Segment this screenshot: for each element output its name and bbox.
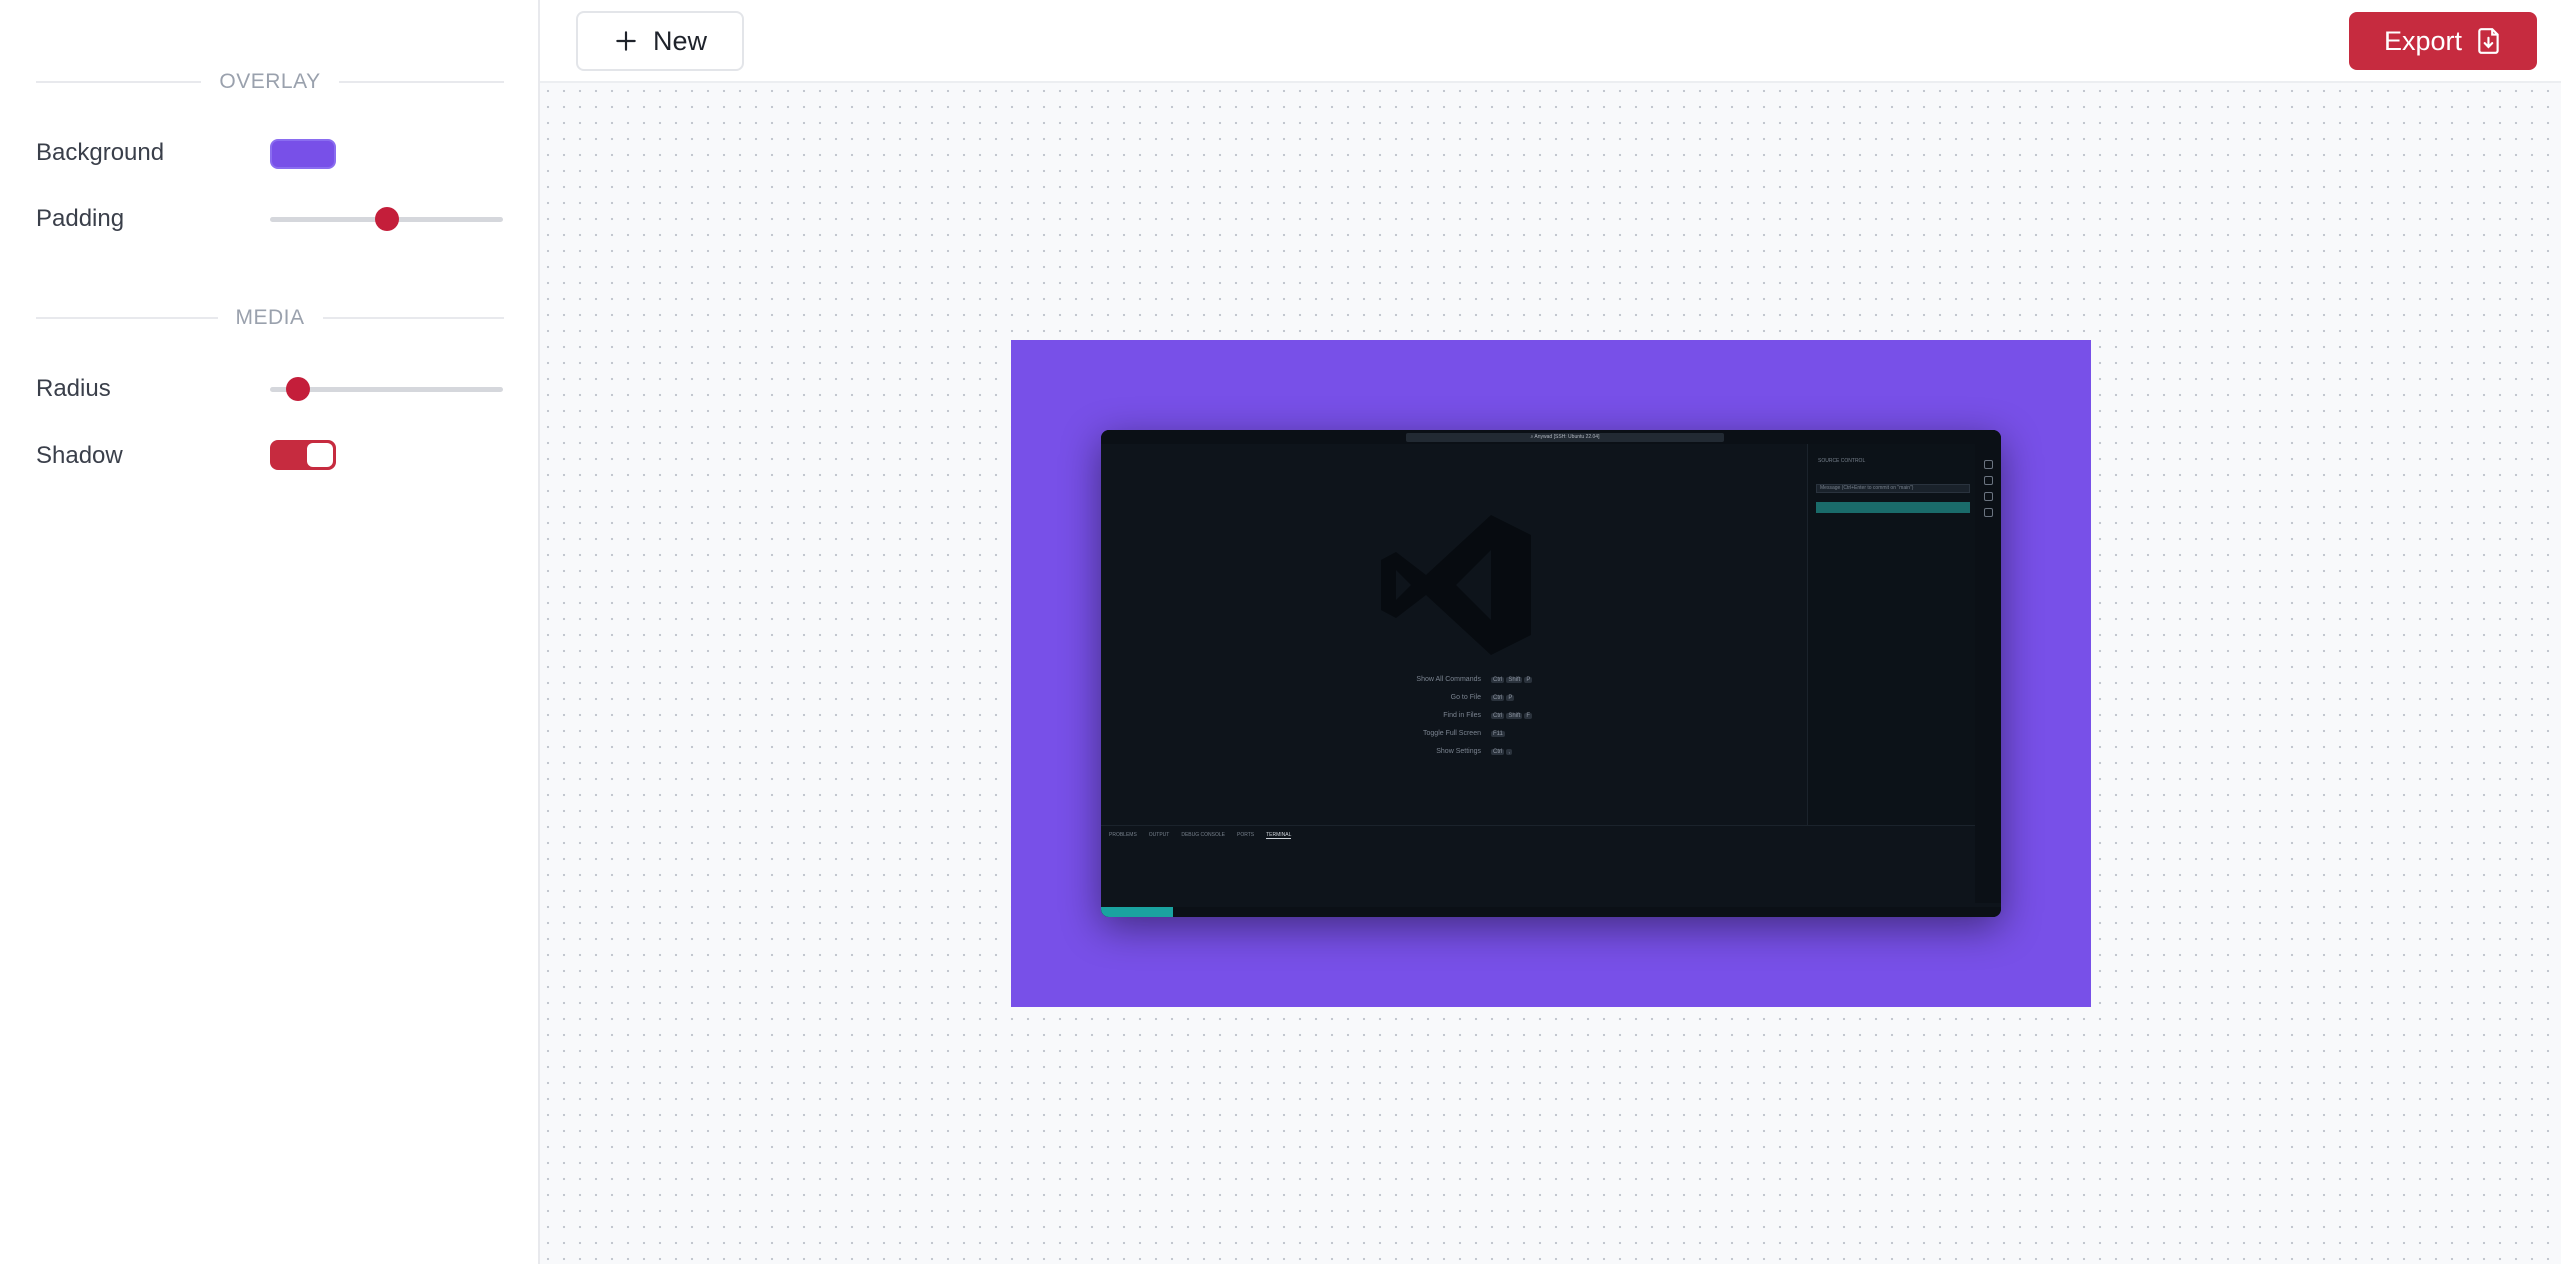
- divider: [322, 317, 505, 319]
- overlay-section-title: OVERLAY: [219, 70, 321, 93]
- padding-slider[interactable]: [270, 207, 503, 231]
- preview-keycap: F11: [1491, 730, 1505, 737]
- preview-command-keys: Ctrl P: [1491, 694, 1571, 701]
- export-button[interactable]: Export: [2349, 12, 2537, 70]
- vscode-logo-watermark-icon: [1381, 515, 1531, 655]
- file-export-icon: [2478, 28, 2499, 54]
- new-button[interactable]: New: [576, 11, 744, 71]
- preview-keycap: Shift: [1506, 712, 1523, 719]
- shadow-toggle[interactable]: [270, 440, 336, 470]
- preview-command-label: Find in Files: [1443, 711, 1481, 719]
- divider: [36, 81, 202, 83]
- preview-files-icon: [1984, 460, 1993, 469]
- preview-keycap: Ctrl: [1491, 712, 1505, 719]
- preview-remote-indicator: [1101, 907, 1173, 917]
- new-button-label: New: [652, 25, 707, 56]
- preview-command-row: Go to File Ctrl P: [1371, 688, 1571, 706]
- preview-keycap: Shift: [1506, 676, 1523, 683]
- divider: [36, 317, 218, 319]
- preview-command-hints: Show All Commands Ctrl Shift P Go to File Ctr…: [1371, 670, 1571, 760]
- preview-command-keys: Ctrl Shift F: [1491, 712, 1571, 719]
- preview-activity-bar: [1975, 444, 2001, 903]
- preview-command-row: Find in Files Ctrl Shift F: [1371, 706, 1571, 724]
- preview-command-keys: Ctrl Shift P: [1491, 676, 1571, 683]
- preview-search-bar: ⌕ Anywad [SSH: Ubuntu 22.04]: [1406, 433, 1724, 442]
- plus-icon: [616, 31, 636, 51]
- preview-panel-tab: TERMINAL: [1266, 832, 1292, 839]
- divider: [338, 81, 504, 83]
- preview-command-row: Show All Commands Ctrl Shift P: [1371, 670, 1571, 688]
- preview-panel-tab: OUTPUT: [1148, 832, 1170, 838]
- preview-source-control-panel: SOURCE CONTROL Message (Ctrl+Enter to co…: [1807, 444, 1975, 834]
- radius-slider[interactable]: [270, 377, 503, 401]
- preview-panel-tabs: PROBLEMS OUTPUT DEBUG CONSOLE PORTS TERMINAL: [1109, 832, 1292, 839]
- preview-scm-commit-button: [1816, 502, 1970, 513]
- preview-command-row: Show Settings Ctrl,: [1371, 742, 1571, 760]
- media-section-title: MEDIA: [235, 306, 305, 329]
- preview-search-icon: [1984, 476, 1993, 485]
- background-color-swatch[interactable]: [270, 139, 336, 169]
- background-frame[interactable]: ⌕ Anywad [SSH: Ubuntu 22.04] Show All Co…: [1011, 340, 2091, 1007]
- preview-keycap: P: [1524, 676, 1533, 683]
- preview-command-label: Go to File: [1450, 693, 1481, 701]
- preview-keycap: Ctrl: [1491, 694, 1505, 701]
- preview-command-keys: Ctrl,: [1491, 748, 1571, 755]
- top-toolbar: New Export: [540, 0, 2561, 83]
- preview-titlebar: ⌕ Anywad [SSH: Ubuntu 22.04]: [1101, 430, 2001, 444]
- padding-slider-thumb[interactable]: [374, 207, 399, 231]
- background-label: Background: [36, 139, 165, 166]
- editor-canvas: ⌕ Anywad [SSH: Ubuntu 22.04] Show All Co…: [540, 83, 2561, 1264]
- shadow-toggle-knob[interactable]: [307, 443, 333, 467]
- preview-keycap: P: [1506, 694, 1515, 701]
- preview-extensions-icon: [1984, 508, 1993, 517]
- preview-bottom-panel: PROBLEMS OUTPUT DEBUG CONSOLE PORTS TERMINAL: [1101, 825, 1975, 903]
- preview-panel-tab: DEBUG CONSOLE: [1181, 832, 1225, 838]
- preview-command-row: Toggle Full Screen F11: [1371, 724, 1571, 742]
- preview-branch-icon: [1984, 492, 1993, 501]
- preview-status-bar: [1101, 907, 2001, 917]
- radius-slider-thumb[interactable]: [285, 377, 310, 401]
- screenshot-preview[interactable]: ⌕ Anywad [SSH: Ubuntu 22.04] Show All Co…: [1101, 430, 2001, 917]
- export-button-label: Export: [2383, 25, 2463, 56]
- preview-keycap: Ctrl: [1491, 676, 1505, 683]
- shadow-label: Shadow: [36, 442, 123, 469]
- settings-sidebar: OVERLAY Background Padding MEDIA Radius …: [0, 0, 540, 1264]
- preview-scm-title: SOURCE CONTROL: [1818, 458, 1866, 464]
- preview-command-label: Toggle Full Screen: [1423, 729, 1481, 737]
- preview-scm-message: Message (Ctrl+Enter to commit on "main"): [1816, 484, 1970, 493]
- preview-command-label: Show Settings: [1436, 747, 1481, 755]
- preview-keycap: F: [1524, 712, 1533, 719]
- preview-keycap: ,: [1506, 748, 1513, 755]
- preview-panel-tab: PORTS: [1236, 832, 1255, 838]
- preview-command-keys: F11: [1491, 730, 1571, 737]
- preview-keycap: Ctrl: [1491, 748, 1505, 755]
- padding-label: Padding: [36, 205, 125, 232]
- media-section-header: MEDIA: [36, 306, 505, 330]
- overlay-section-header: OVERLAY: [36, 70, 504, 94]
- preview-panel-tab: PROBLEMS: [1109, 832, 1137, 838]
- radius-label: Radius: [36, 375, 111, 402]
- preview-command-label: Show All Commands: [1416, 675, 1481, 683]
